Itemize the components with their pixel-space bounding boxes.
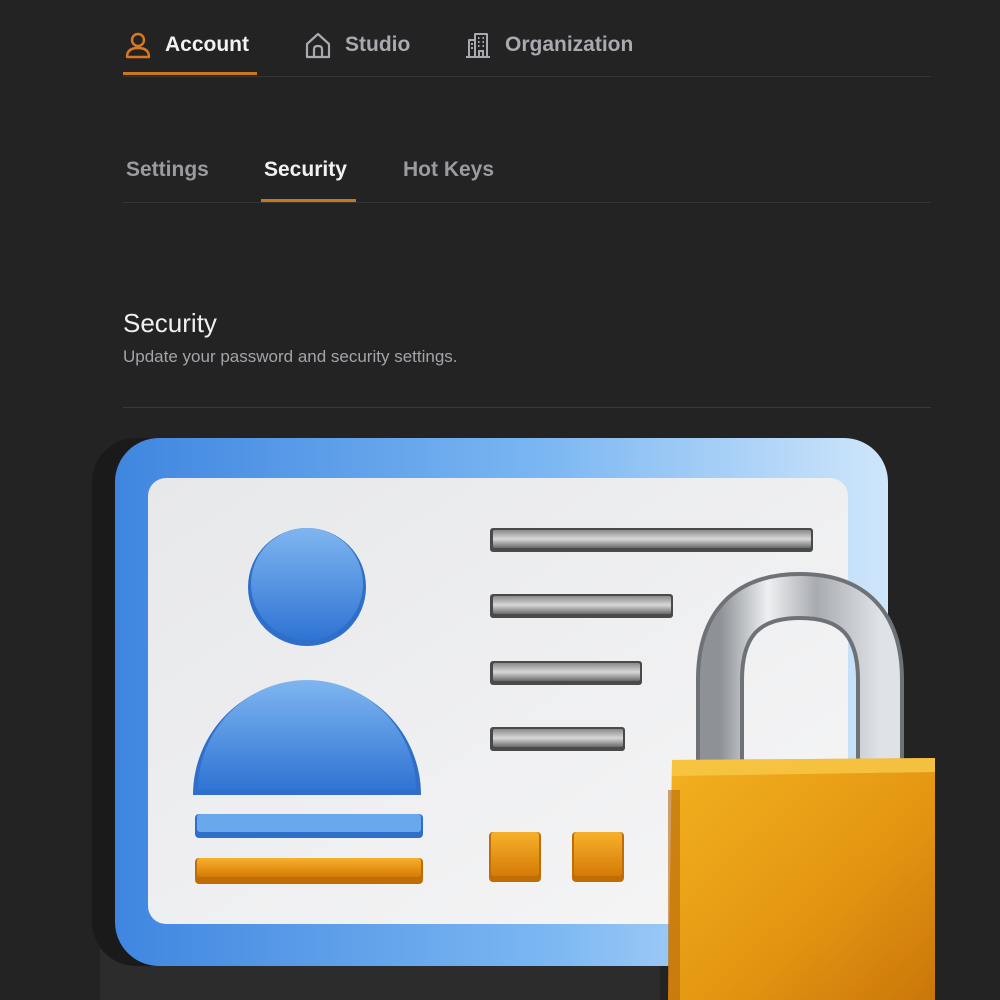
security-illustration bbox=[92, 438, 935, 1000]
